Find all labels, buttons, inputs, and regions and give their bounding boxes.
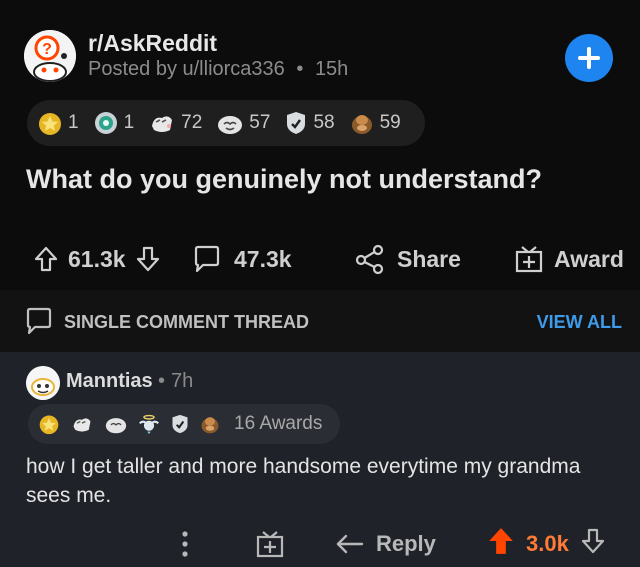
- comment-vote: 3.0k: [488, 526, 605, 562]
- award-platinum: 1: [93, 110, 135, 136]
- more-vertical-icon: [182, 531, 188, 557]
- reply-arrow-icon: [336, 534, 364, 554]
- share-label: Share: [397, 245, 461, 272]
- post-card: ? r/AskReddit Posted by u/lliorca336 • 1…: [0, 0, 640, 290]
- comment-bubble-icon: [26, 307, 52, 335]
- gift-icon: [256, 531, 284, 558]
- comments-button[interactable]: 47.3k: [192, 240, 292, 278]
- subreddit-name[interactable]: r/AskReddit: [88, 30, 217, 57]
- angel-award-icon: [139, 414, 159, 435]
- reply-button[interactable]: Reply: [334, 526, 436, 562]
- wholesome-award-icon: [152, 116, 173, 132]
- silver-award-icon: [218, 116, 243, 134]
- upvote-button[interactable]: [34, 246, 58, 272]
- more-options-button[interactable]: [178, 526, 192, 562]
- comment-awards-bar[interactable]: 16 Awards: [28, 404, 340, 444]
- post-meta: Posted by u/lliorca336 • 15h: [88, 58, 348, 81]
- subreddit-avatar[interactable]: ?: [24, 30, 76, 82]
- commenter-avatar[interactable]: [26, 366, 60, 400]
- helpful-award-icon: [172, 414, 188, 434]
- helpful-award-icon: [287, 112, 306, 134]
- view-all-link[interactable]: VIEW ALL: [537, 312, 622, 333]
- post-age: 15h: [314, 58, 349, 80]
- post-title[interactable]: What do you genuinely not understand?: [26, 164, 542, 195]
- gift-icon: [515, 246, 543, 273]
- join-button[interactable]: [565, 34, 613, 82]
- comment-meta: • 7h: [158, 370, 193, 393]
- award-facepalm: 59: [349, 110, 401, 136]
- single-thread-bar: SINGLE COMMENT THREAD VIEW ALL: [0, 290, 640, 352]
- award-count: 58: [313, 112, 335, 133]
- plus-icon: [578, 47, 600, 69]
- comment-award-button[interactable]: [255, 526, 285, 562]
- downvote-button[interactable]: [136, 246, 160, 272]
- comment-author[interactable]: Manntias: [66, 370, 153, 393]
- meta-separator: •: [296, 58, 304, 80]
- post-actions: 61.3k 47.3k Share Award: [0, 240, 640, 278]
- post-author[interactable]: Posted by u/lliorca336: [88, 58, 285, 80]
- downvote-arrow-icon: [136, 246, 159, 272]
- award-helpful: 58: [284, 110, 335, 136]
- award-count: 59: [379, 112, 401, 133]
- meta-separator: •: [158, 370, 166, 392]
- comment-awards-count: 16 Awards: [234, 413, 323, 434]
- comment-count: 47.3k: [234, 245, 292, 272]
- comment-bubble-icon: [194, 245, 220, 273]
- reply-label: Reply: [376, 531, 436, 556]
- snoo-avatar-icon: [26, 366, 60, 400]
- comment-age: 7h: [171, 370, 194, 392]
- askreddit-icon: ?: [24, 30, 76, 82]
- share-icon: [355, 244, 384, 274]
- platinum-award-icon: [94, 112, 117, 134]
- wholesome-award-icon: [73, 418, 91, 432]
- upvote-arrow-icon: [34, 246, 58, 272]
- thread-label: SINGLE COMMENT THREAD: [64, 312, 309, 332]
- comment-body: how I get taller and more handsome every…: [26, 455, 581, 507]
- award-wholesome: 72: [148, 110, 202, 136]
- facepalm-award-icon: [351, 115, 372, 134]
- award-button[interactable]: Award: [514, 240, 624, 278]
- facepalm-award-icon: [201, 417, 219, 434]
- comment-downvote-button[interactable]: [581, 528, 605, 560]
- award-count: 1: [123, 112, 135, 133]
- gold-award-icon: [39, 415, 59, 435]
- svg-text:?: ?: [42, 41, 52, 58]
- post-vote: 61.3k: [34, 240, 160, 278]
- gold-award-icon: [39, 113, 61, 135]
- comment-actions: Reply 3.0k: [0, 526, 640, 562]
- award-count: 1: [68, 112, 79, 133]
- award-count: 72: [181, 112, 203, 133]
- silver-award-icon: [105, 418, 127, 434]
- comment-score: 3.0k: [526, 531, 569, 556]
- post-awards-bar[interactable]: 1 1 72 57 58 59: [27, 100, 425, 146]
- post-score: 61.3k: [68, 245, 126, 272]
- award-label: Award: [554, 245, 624, 272]
- award-count: 57: [249, 112, 271, 133]
- upvote-arrow-icon: [489, 528, 513, 554]
- downvote-arrow-icon: [581, 528, 604, 554]
- share-button[interactable]: Share: [355, 240, 461, 278]
- award-gold: 1: [37, 110, 79, 136]
- comment-upvote-button[interactable]: [488, 527, 514, 561]
- award-silver: 57: [216, 110, 270, 136]
- comment-card: Manntias • 7h 16 Awards how I get taller…: [0, 352, 640, 567]
